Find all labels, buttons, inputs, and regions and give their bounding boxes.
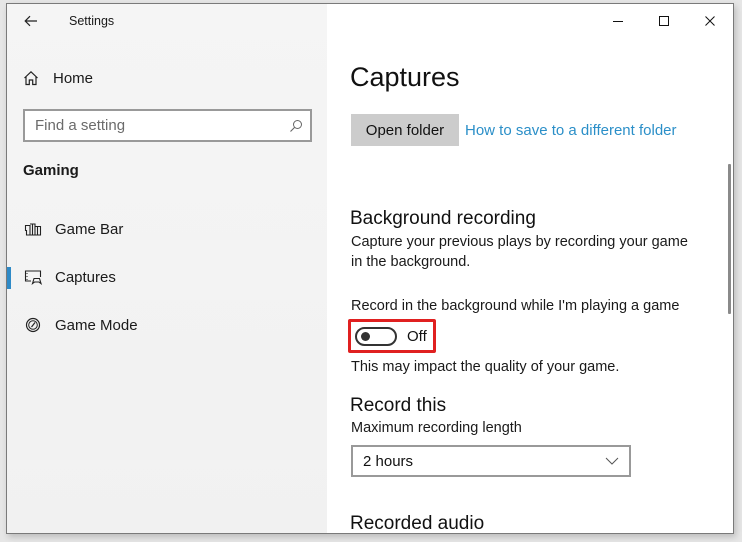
open-folder-button[interactable]: Open folder bbox=[351, 114, 459, 146]
save-location-help-link[interactable]: How to save to a different folder bbox=[465, 122, 677, 139]
quality-impact-note: This may impact the quality of your game… bbox=[351, 359, 620, 375]
sidebar-item-game-mode[interactable]: Game Mode bbox=[7, 305, 327, 345]
highlight-box: Off bbox=[348, 319, 436, 353]
main-content: Captures Open folder How to save to a di… bbox=[327, 4, 733, 533]
record-in-background-toggle[interactable] bbox=[355, 327, 397, 346]
captures-icon bbox=[23, 267, 43, 287]
sidebar-item-label: Game Bar bbox=[55, 220, 124, 238]
max-recording-length-dropdown[interactable]: 2 hours bbox=[351, 445, 631, 477]
minimize-button[interactable] bbox=[595, 4, 641, 38]
background-recording-description-line2: in the background. bbox=[351, 254, 471, 270]
home-icon bbox=[24, 70, 38, 86]
close-icon bbox=[705, 16, 715, 26]
toggle-state-label: Off bbox=[407, 328, 427, 345]
search-box[interactable] bbox=[23, 109, 312, 142]
dropdown-selected-value: 2 hours bbox=[363, 452, 414, 470]
sidebar-item-label: Captures bbox=[55, 268, 116, 286]
toggle-knob bbox=[361, 332, 370, 341]
back-button[interactable] bbox=[19, 10, 43, 32]
section-label-gaming: Gaming bbox=[23, 162, 79, 179]
page-title: Captures bbox=[350, 62, 460, 92]
settings-window: Settings Home Gaming bbox=[6, 3, 734, 534]
record-this-heading: Record this bbox=[350, 395, 447, 416]
close-button[interactable] bbox=[687, 4, 733, 38]
nav-home[interactable]: Home bbox=[23, 66, 93, 90]
sidebar: Settings Home Gaming bbox=[7, 4, 327, 533]
search-icon[interactable] bbox=[282, 119, 310, 133]
scrollbar-thumb[interactable] bbox=[728, 164, 731, 314]
recorded-audio-heading: Recorded audio bbox=[350, 513, 485, 534]
game-mode-icon bbox=[23, 315, 43, 335]
max-recording-length-label: Maximum recording length bbox=[351, 420, 522, 436]
window-controls bbox=[595, 4, 733, 38]
minimize-icon bbox=[613, 21, 623, 22]
game-bar-icon bbox=[23, 219, 43, 239]
selection-indicator bbox=[7, 315, 11, 337]
sidebar-item-captures[interactable]: Captures bbox=[7, 257, 327, 297]
maximize-button[interactable] bbox=[641, 4, 687, 38]
app-title: Settings bbox=[69, 14, 115, 28]
nav-home-label: Home bbox=[53, 69, 94, 87]
search-input[interactable] bbox=[25, 111, 282, 140]
sidebar-item-game-bar[interactable]: Game Bar bbox=[7, 209, 327, 249]
record-in-background-label: Record in the background while I'm playi… bbox=[351, 298, 680, 314]
maximize-icon bbox=[659, 16, 669, 26]
sidebar-item-label: Game Mode bbox=[55, 316, 138, 334]
background-recording-description-line1: Capture your previous plays by recording… bbox=[351, 234, 688, 250]
selection-indicator bbox=[7, 267, 11, 289]
background-recording-heading: Background recording bbox=[350, 208, 536, 229]
back-arrow-icon bbox=[24, 15, 37, 27]
selection-indicator bbox=[7, 219, 11, 241]
chevron-down-icon bbox=[595, 457, 629, 465]
